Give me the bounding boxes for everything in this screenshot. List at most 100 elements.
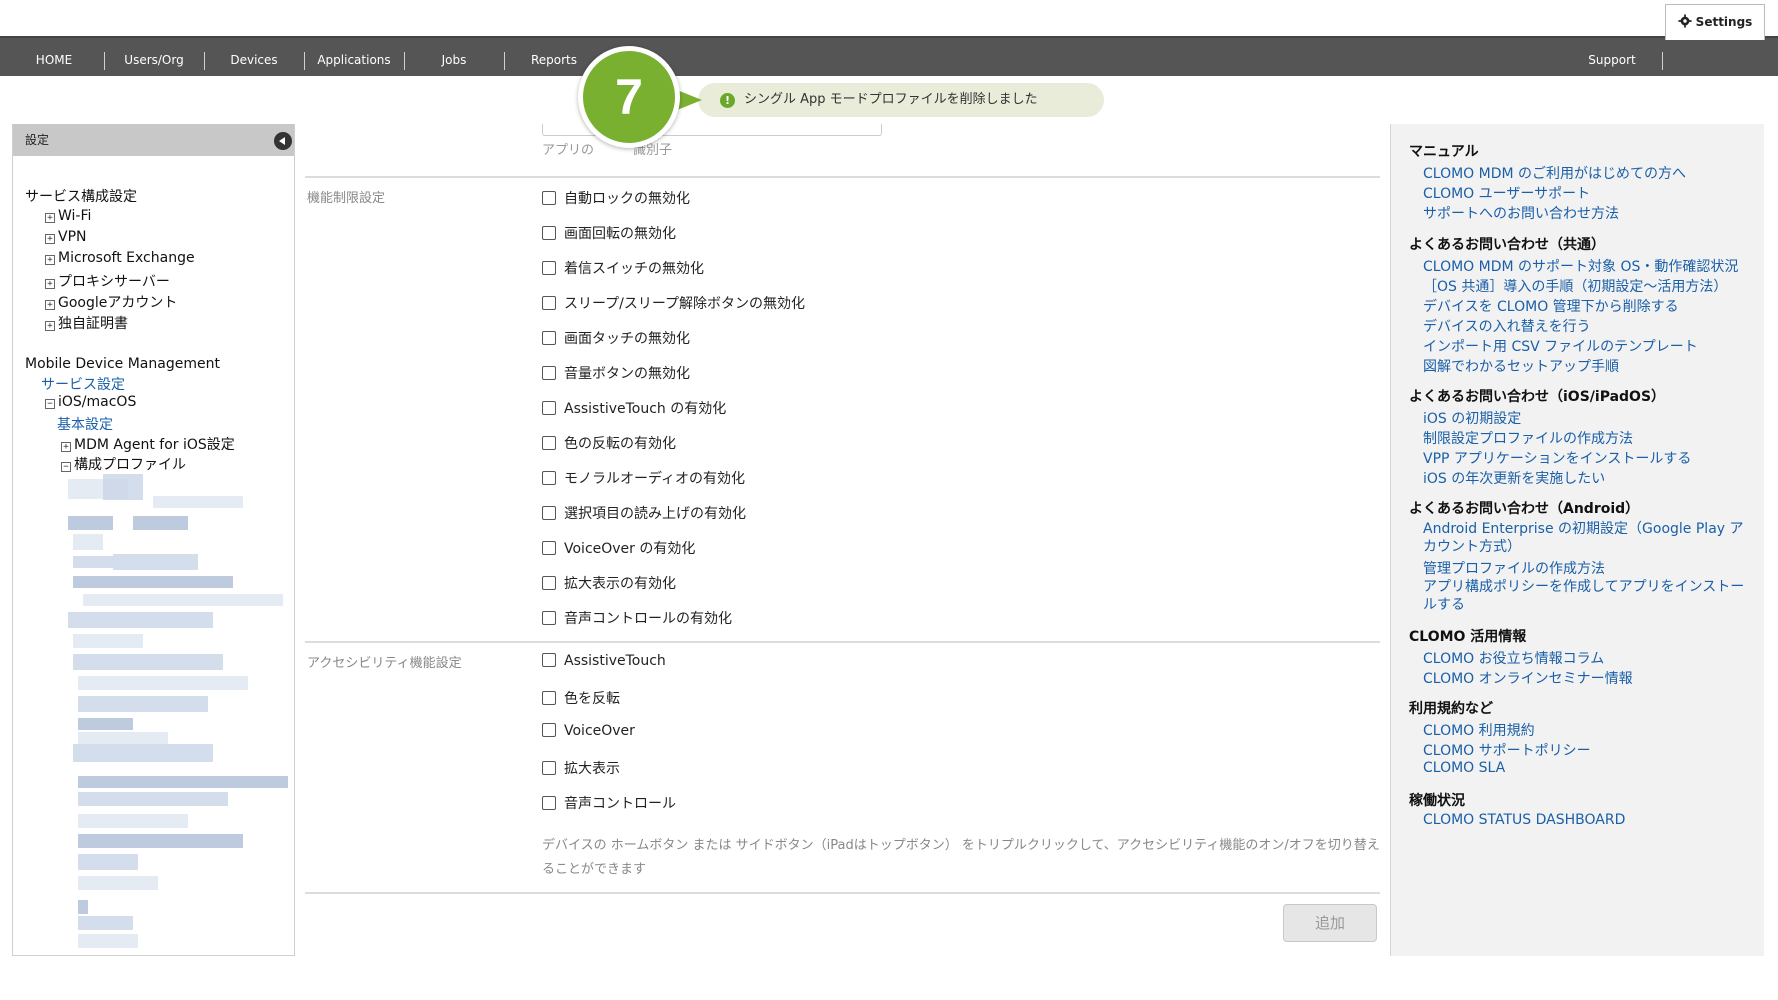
help-link[interactable]: デバイスを CLOMO 管理下から削除する	[1423, 296, 1679, 316]
checkbox[interactable]	[542, 653, 556, 667]
expand-icon[interactable]: +	[45, 300, 55, 310]
success-icon: !	[720, 93, 735, 108]
expand-icon[interactable]: +	[45, 213, 55, 223]
collapse-icon[interactable]: −	[45, 399, 55, 409]
restriction-checkbox-row[interactable]: 色の反転の有効化	[542, 433, 676, 453]
sidebar-item-ios-macos[interactable]: − iOS/macOS	[45, 394, 136, 410]
help-link[interactable]: 制限設定プロファイルの作成方法	[1423, 428, 1633, 448]
checkbox[interactable]	[542, 366, 556, 380]
accessibility-checkbox-row[interactable]: 拡大表示	[542, 758, 620, 778]
checkbox[interactable]	[542, 191, 556, 205]
help-link[interactable]: CLOMO サポートポリシー	[1423, 740, 1591, 760]
help-link[interactable]: アプリ構成ポリシーを作成してアプリをインストールする	[1423, 578, 1753, 614]
nav-home[interactable]: HOME	[14, 38, 94, 76]
checkbox[interactable]	[542, 723, 556, 737]
help-link[interactable]: CLOMO ユーザーサポート	[1423, 183, 1590, 203]
collapse-icon[interactable]: −	[61, 462, 71, 472]
checkbox[interactable]	[542, 436, 556, 450]
sidebar-item-proxy[interactable]: + プロキシサーバー	[45, 271, 170, 291]
expand-icon[interactable]: +	[45, 279, 55, 289]
help-link[interactable]: サポートへのお問い合わせ方法	[1423, 203, 1619, 223]
restriction-checkbox-row[interactable]: 音量ボタンの無効化	[542, 363, 690, 383]
help-link[interactable]: iOS の初期設定	[1423, 408, 1521, 428]
help-link[interactable]: Android Enterprise の初期設定（Google Play アカウ…	[1423, 520, 1753, 556]
accessibility-checkbox-row[interactable]: AssistiveTouch	[542, 653, 666, 669]
restriction-checkbox-row[interactable]: 画面回転の無効化	[542, 223, 676, 243]
help-link[interactable]: CLOMO お役立ち情報コラム	[1423, 648, 1604, 668]
nav-users-org[interactable]: Users/Org	[112, 38, 196, 76]
restriction-checkbox-row[interactable]: スリープ/スリープ解除ボタンの無効化	[542, 293, 805, 313]
checkbox[interactable]	[542, 261, 556, 275]
checkbox[interactable]	[542, 226, 556, 240]
restriction-checkbox-row[interactable]: VoiceOver の有効化	[542, 538, 695, 558]
help-link[interactable]: CLOMO SLA	[1423, 760, 1505, 776]
restriction-checkbox-row[interactable]: モノラルオーディオの有効化	[542, 468, 745, 488]
help-link[interactable]: CLOMO STATUS DASHBOARD	[1423, 812, 1625, 828]
sidebar-link-service-settings[interactable]: サービス設定	[41, 374, 125, 394]
expand-icon[interactable]: +	[45, 255, 55, 265]
expand-icon[interactable]: +	[61, 442, 71, 452]
nav-separator	[404, 52, 405, 70]
checkbox[interactable]	[542, 331, 556, 345]
nav-separator	[304, 52, 305, 70]
section-divider	[305, 892, 1380, 894]
checkbox[interactable]	[542, 541, 556, 555]
restriction-checkbox-row[interactable]: 着信スイッチの無効化	[542, 258, 704, 278]
checkbox[interactable]	[542, 401, 556, 415]
checkbox[interactable]	[542, 691, 556, 705]
help-section-title: 稼働状況	[1409, 793, 1465, 809]
sidebar-section-service-config: サービス構成設定	[25, 189, 137, 205]
help-link[interactable]: ［OS 共通］導入の手順（初期設定〜活用方法）	[1423, 276, 1727, 296]
checkbox[interactable]	[542, 506, 556, 520]
help-link[interactable]: 図解でわかるセットアップ手順	[1423, 356, 1619, 376]
help-link[interactable]: CLOMO 利用規約	[1423, 720, 1535, 740]
restriction-checkbox-row[interactable]: 音声コントロールの有効化	[542, 608, 732, 628]
checkbox[interactable]	[542, 761, 556, 775]
sidebar-item-exchange[interactable]: + Microsoft Exchange	[45, 250, 195, 266]
nav-support[interactable]: Support	[1572, 38, 1652, 76]
nav-separator	[1662, 52, 1663, 70]
accessibility-checkbox-row[interactable]: VoiceOver	[542, 723, 635, 739]
sidebar-item-google-account[interactable]: + Googleアカウント	[45, 292, 177, 312]
accessibility-checkbox-row[interactable]: 色を反転	[542, 688, 620, 708]
checkbox[interactable]	[542, 296, 556, 310]
sidebar-item-wifi[interactable]: + Wi-Fi	[45, 208, 91, 224]
expand-icon[interactable]: +	[45, 321, 55, 331]
expand-icon[interactable]: +	[45, 234, 55, 244]
checkbox[interactable]	[542, 796, 556, 810]
sidebar-link-basic-settings[interactable]: 基本設定	[57, 414, 113, 434]
help-link[interactable]: CLOMO MDM のご利用がはじめての方へ	[1423, 163, 1686, 183]
restriction-checkbox-row[interactable]: AssistiveTouch の有効化	[542, 398, 726, 418]
add-button[interactable]: 追加	[1283, 904, 1377, 942]
help-link[interactable]: VPP アプリケーションをインストールする	[1423, 448, 1691, 468]
sidebar-header: 設定	[13, 124, 294, 156]
checkbox[interactable]	[542, 576, 556, 590]
sidebar-item-config-profile[interactable]: − 構成プロファイル	[61, 454, 186, 474]
accessibility-checkbox-row[interactable]: 音声コントロール	[542, 793, 676, 813]
sidebar-item-mdm-agent[interactable]: + MDM Agent for iOS設定	[61, 434, 235, 454]
nav-jobs[interactable]: Jobs	[412, 38, 496, 76]
checkbox[interactable]	[542, 611, 556, 625]
help-link[interactable]: インポート用 CSV ファイルのテンプレート	[1423, 336, 1698, 356]
nav-settings-tab[interactable]: Settings	[1665, 4, 1765, 40]
nav-applications[interactable]: Applications	[308, 38, 400, 76]
help-link[interactable]: CLOMO MDM のサポート対象 OS・動作確認状況	[1423, 256, 1738, 276]
restriction-checkbox-row[interactable]: 画面タッチの無効化	[542, 328, 690, 348]
help-section-title: よくあるお問い合わせ（共通）	[1409, 237, 1605, 253]
sidebar-item-certificate[interactable]: + 独自証明書	[45, 313, 128, 333]
restriction-checkbox-row[interactable]: 自動ロックの無効化	[542, 188, 690, 208]
checkbox[interactable]	[542, 471, 556, 485]
nav-reports[interactable]: Reports	[512, 38, 596, 76]
success-toast: ! シングル App モードプロファイルを削除しました	[698, 83, 1104, 117]
restriction-checkbox-row[interactable]: 選択項目の読み上げの有効化	[542, 503, 746, 523]
help-link[interactable]: iOS の年次更新を実施したい	[1423, 468, 1605, 488]
nav-separator	[104, 52, 105, 70]
help-link[interactable]: 管理プロファイルの作成方法	[1423, 558, 1605, 578]
restriction-checkbox-row[interactable]: 拡大表示の有効化	[542, 573, 676, 593]
collapse-sidebar-icon[interactable]	[274, 132, 292, 150]
nav-separator	[504, 52, 505, 70]
help-link[interactable]: デバイスの入れ替えを行う	[1423, 316, 1591, 336]
nav-devices[interactable]: Devices	[212, 38, 296, 76]
sidebar-item-vpn[interactable]: + VPN	[45, 229, 87, 245]
help-link[interactable]: CLOMO オンラインセミナー情報	[1423, 668, 1633, 688]
